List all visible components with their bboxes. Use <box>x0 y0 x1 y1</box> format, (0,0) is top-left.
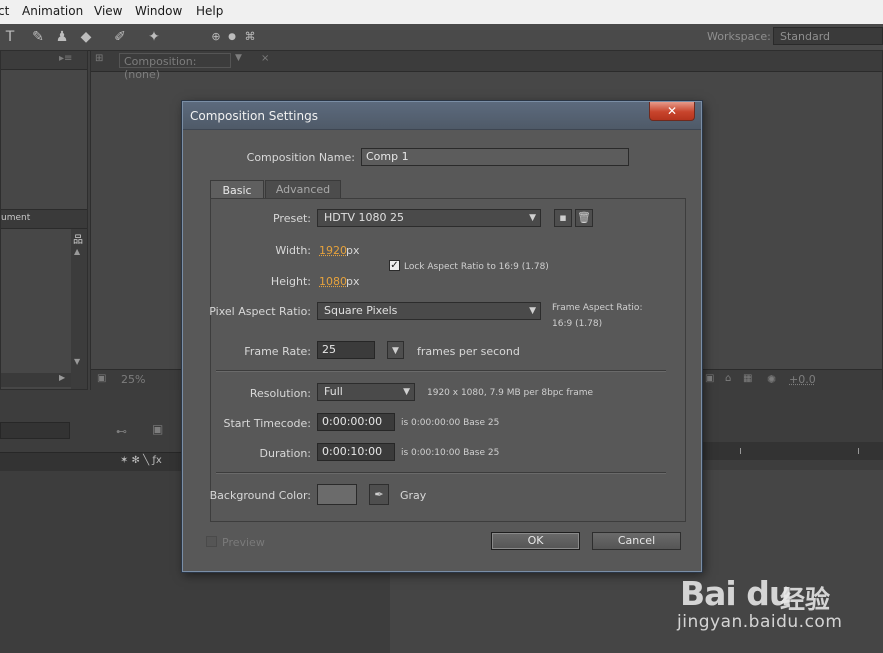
duration-info: is 0:00:10:00 Base 25 <box>401 448 500 458</box>
menu-window[interactable]: Window <box>135 4 182 18</box>
save-preset-icon[interactable]: ▪ <box>554 209 572 227</box>
composition-settings-dialog: Composition Settings ✕ Composition Name:… <box>182 101 702 572</box>
par-label: Pixel Aspect Ratio: <box>209 305 311 318</box>
chevron-down-icon: ▼ <box>529 213 536 223</box>
bg-color-name: Gray <box>400 489 427 502</box>
scroll-down-icon[interactable]: ▼ <box>74 357 80 366</box>
lock-icon[interactable]: ⊞ <box>95 53 103 64</box>
exposure-icon[interactable]: ✺ <box>767 373 776 386</box>
time-ruler[interactable] <box>702 442 883 460</box>
grid-icon[interactable]: ▦ <box>743 373 752 384</box>
horizontal-scrollbar[interactable]: ▶ <box>1 373 71 387</box>
comp-name-label: Composition Name: <box>246 151 355 164</box>
clone-stamp-icon[interactable]: ♟ <box>52 27 72 47</box>
frame-rate-input[interactable]: 25 <box>317 341 375 359</box>
cancel-button[interactable]: Cancel <box>592 532 681 550</box>
resolution-info: 1920 x 1080, 7.9 MB per 8bpc frame <box>427 388 594 398</box>
region-icon[interactable]: ▣ <box>97 373 106 384</box>
column-label: ument <box>1 213 31 223</box>
bg-color-swatch[interactable] <box>317 484 357 505</box>
jingyan-text: 经验 <box>780 585 831 614</box>
duration-label: Duration: <box>259 447 311 460</box>
fps-label: frames per second <box>417 345 520 358</box>
delete-preset-icon[interactable]: 🗑 <box>575 209 593 227</box>
divider <box>216 472 666 474</box>
dialog-body: Composition Name: Comp 1 Basic Advanced … <box>189 130 695 567</box>
baidu-logo: Bai du <box>680 574 792 613</box>
tab-advanced[interactable]: Advanced <box>265 180 341 198</box>
resolution-label: Resolution: <box>249 387 311 400</box>
project-scrollbar[interactable]: 品 ▲ ▼ <box>71 229 87 389</box>
close-tab-icon[interactable]: × <box>261 53 269 64</box>
workspace-dropdown[interactable]: Standard <box>773 27 883 45</box>
zoom-value[interactable]: 25% <box>121 373 145 386</box>
menu-bar: ct Animation View Window Help <box>0 0 883 25</box>
type-tool-icon[interactable]: T <box>0 27 20 47</box>
width-unit: px <box>346 244 360 257</box>
lock-aspect-label: Lock Aspect Ratio to 16:9 (1.78) <box>404 262 549 272</box>
height-unit: px <box>346 275 360 288</box>
comp-mini-flowchart-icon[interactable]: ⊷ <box>116 425 127 438</box>
brush-tool-icon[interactable]: ✎ <box>28 27 48 47</box>
menu-help[interactable]: Help <box>196 4 223 18</box>
height-label: Height: <box>270 275 311 288</box>
height-value[interactable]: 1080 <box>319 275 347 288</box>
tab-basic[interactable]: Basic <box>210 180 264 199</box>
start-timecode-input[interactable]: 0:00:00:00 <box>317 413 395 431</box>
dot-icon: ● <box>228 32 236 42</box>
dialog-title: Composition Settings <box>190 109 318 123</box>
comp-dropdown-icon[interactable]: ▼ <box>235 53 242 63</box>
snap-icon[interactable]: ⌘ <box>240 27 260 47</box>
width-label: Width: <box>275 244 311 257</box>
panel-menu-icon[interactable]: ▸≡ <box>59 53 72 64</box>
draft-3d-icon[interactable]: ▣ <box>152 422 163 436</box>
menu-effect[interactable]: ct <box>0 4 9 18</box>
roto-brush-icon[interactable]: ✐ <box>110 27 130 47</box>
dialog-titlebar[interactable]: Composition Settings ✕ <box>183 102 701 130</box>
timeline-search-input[interactable] <box>0 422 70 439</box>
eraser-tool-icon[interactable]: ◆ <box>76 27 96 47</box>
scroll-up-icon[interactable]: ▲ <box>74 247 80 256</box>
chevron-down-icon: ▼ <box>529 306 536 316</box>
par-dropdown[interactable]: Square Pixels ▼ <box>317 302 541 320</box>
menu-view[interactable]: View <box>94 4 122 18</box>
resolution-dropdown[interactable]: Full ▼ <box>317 383 415 401</box>
puppet-pin-icon[interactable]: ✦ <box>144 27 164 47</box>
duration-input[interactable]: 0:00:10:00 <box>317 443 395 461</box>
frame-rate-dropdown-icon[interactable]: ▼ <box>387 341 404 359</box>
layer-header: ✶ ✻ ╲ ƒx <box>0 452 183 471</box>
bg-color-label: Background Color: <box>209 489 311 502</box>
close-button[interactable]: ✕ <box>649 102 695 121</box>
composition-tab[interactable]: Composition: (none) <box>119 53 231 81</box>
project-panel: ▸≡ ument 品 ▲ ▼ ▶ <box>0 50 88 390</box>
width-value[interactable]: 1920 <box>319 244 347 257</box>
chevron-down-icon: ▼ <box>403 387 410 397</box>
divider <box>216 370 666 372</box>
snapshot-icon[interactable]: ▣ <box>705 373 714 384</box>
preset-label: Preset: <box>272 212 311 225</box>
preview-label: Preview <box>222 536 265 549</box>
project-column-header: ument <box>1 209 87 229</box>
workspace-label: Workspace: <box>707 30 771 43</box>
start-timecode-info: is 0:00:00:00 Base 25 <box>401 418 500 428</box>
lock-aspect-checkbox[interactable]: ✓ <box>389 260 400 271</box>
comp-name-input[interactable]: Comp 1 <box>361 148 629 166</box>
scroll-right-icon[interactable]: ▶ <box>59 373 65 382</box>
preview-checkbox[interactable] <box>206 536 217 547</box>
toolbar: T ✎ ♟ ◆ ✐ ✦ ⊕ ● ⌘ Workspace: Standard <box>0 24 883 51</box>
ok-button[interactable]: OK <box>491 532 580 550</box>
start-timecode-label: Start Timecode: <box>223 417 311 430</box>
flowchart-icon[interactable]: 品 <box>73 231 83 246</box>
channel-icon[interactable]: ⌂ <box>725 373 731 384</box>
exposure-value[interactable]: +0.0 <box>789 373 816 386</box>
frame-rate-label: Frame Rate: <box>244 345 311 358</box>
frame-aspect-value: 16:9 (1.78) <box>552 319 603 329</box>
preset-dropdown[interactable]: HDTV 1080 25 ▼ <box>317 209 541 227</box>
frame-aspect-label: Frame Aspect Ratio: <box>552 303 643 313</box>
menu-animation[interactable]: Animation <box>22 4 83 18</box>
watermark-url: jingyan.baidu.com <box>677 612 843 632</box>
switches-icon: ✶ ✻ ╲ ƒx <box>120 455 162 466</box>
eyedropper-icon[interactable]: ✒ <box>369 484 389 505</box>
